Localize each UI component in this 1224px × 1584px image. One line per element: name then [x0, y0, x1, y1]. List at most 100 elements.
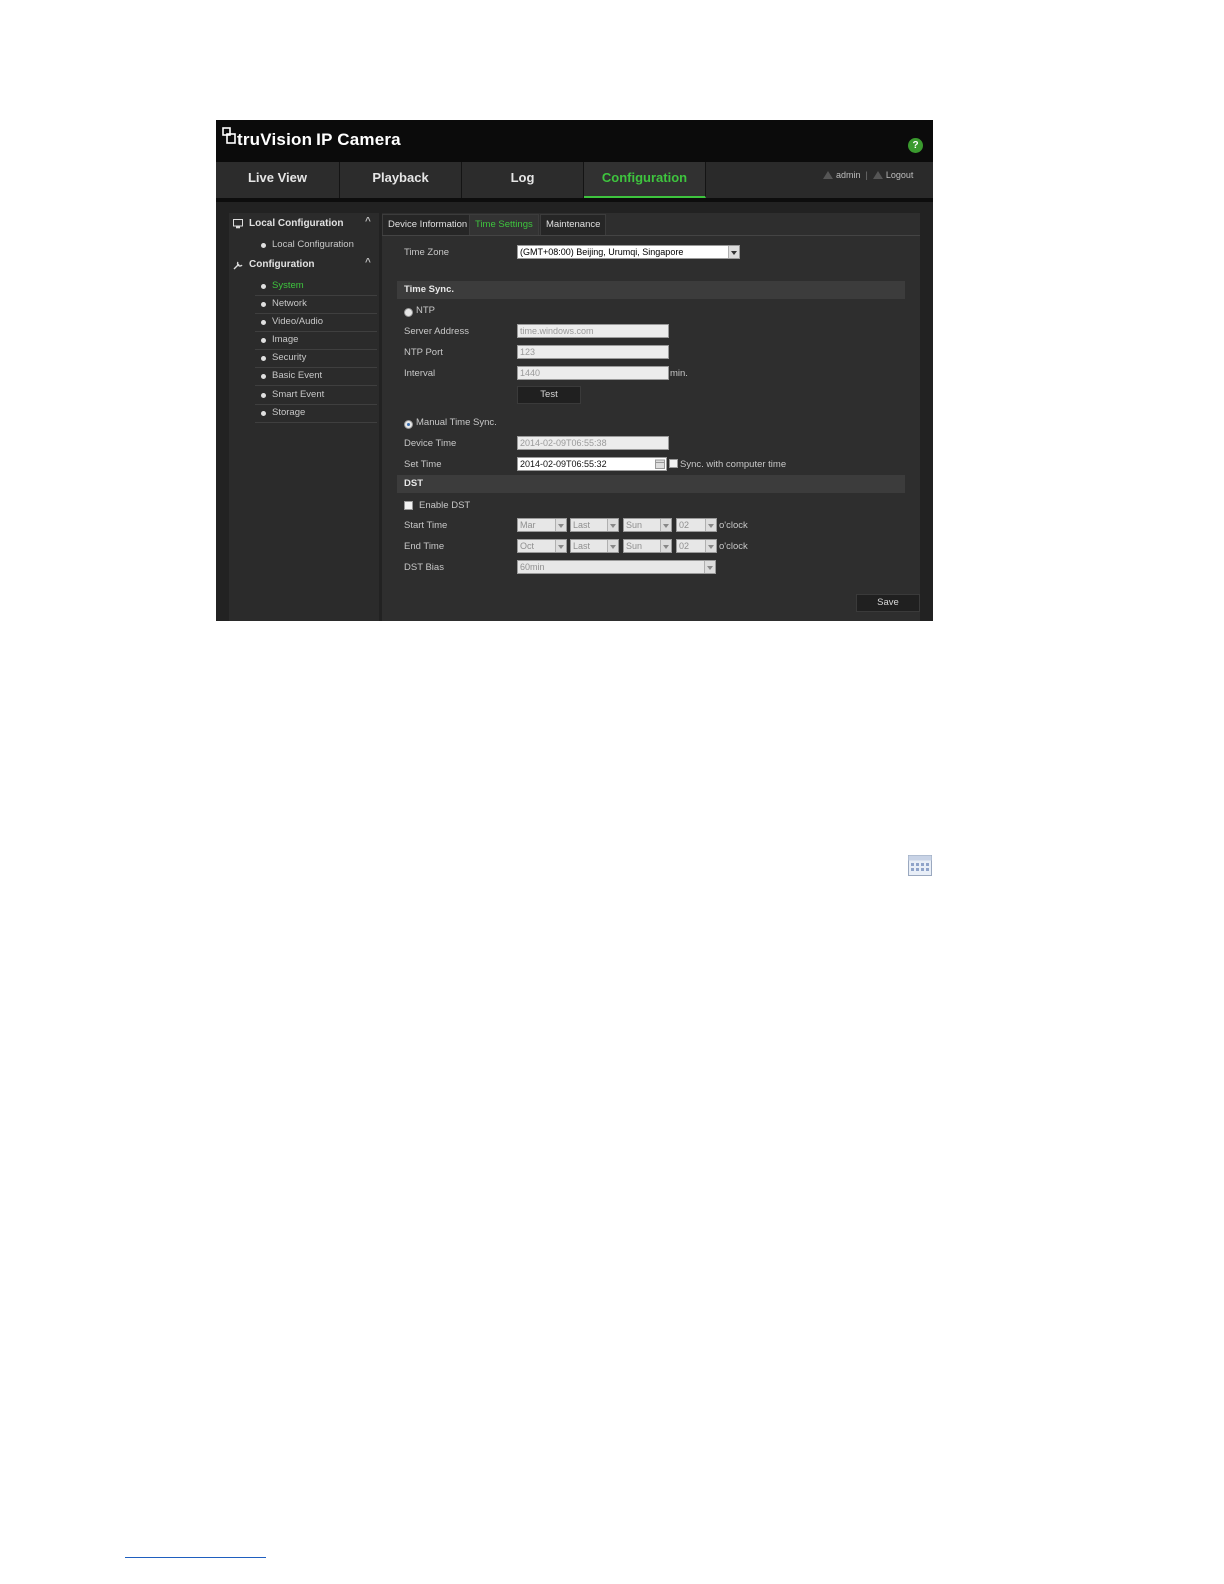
sidebar-item-label: Video/Audio [272, 316, 324, 327]
sidebar-item-network[interactable]: Network [255, 296, 377, 314]
select-value: 02 [679, 541, 690, 551]
select-value: 02 [679, 520, 690, 530]
collapse-chevron-icon[interactable]: ^ [365, 216, 371, 227]
calendar-icon[interactable] [655, 459, 665, 469]
interval-input[interactable]: 1440 [517, 366, 669, 380]
sidebar-header-local[interactable]: Local Configuration ^ [229, 216, 379, 234]
end-month-select[interactable]: Oct [517, 539, 567, 553]
sync-computer-label: Sync. with computer time [680, 459, 787, 470]
sidebar-item-label: Basic Event [272, 370, 323, 381]
select-value: Sun [626, 520, 643, 530]
help-icon[interactable]: ? [908, 138, 923, 153]
time-zone-select[interactable]: (GMT+08:00) Beijing, Urumqi, Singapore [517, 245, 740, 259]
section-dst: DST [397, 475, 905, 493]
main-body: Local Configuration ^ Local Configuratio… [216, 202, 933, 621]
enable-dst-label: Enable DST [419, 500, 471, 511]
enable-dst-checkbox[interactable] [404, 501, 413, 510]
manual-sync-label: Manual Time Sync. [416, 417, 497, 428]
collapse-chevron-icon[interactable]: ^ [365, 257, 371, 268]
save-button[interactable]: Save [856, 594, 920, 612]
chevron-down-icon [555, 540, 566, 552]
wrench-icon [233, 261, 243, 270]
sidebar-item-security[interactable]: Security [255, 350, 377, 368]
main-nav: Live View Playback Log Configuration [216, 162, 933, 202]
sidebar-item-basic-event[interactable]: Basic Event [255, 368, 377, 386]
dst-bias-label: DST Bias [404, 562, 444, 573]
logout-link[interactable]: Logout [886, 170, 914, 180]
sidebar-header-label: Local Configuration [249, 218, 344, 229]
sidebar-item-image[interactable]: Image [255, 332, 377, 350]
sidebar-item-label: Security [272, 352, 307, 363]
tab-device-information[interactable]: Device Information [382, 214, 474, 236]
sidebar-item-label: Network [272, 298, 307, 309]
sidebar-header-label: Configuration [249, 259, 315, 270]
tab-maintenance[interactable]: Maintenance [540, 214, 607, 236]
content-panel: Device Information Time Settings Mainten… [382, 213, 920, 621]
tab-time-settings[interactable]: Time Settings [469, 214, 539, 236]
start-time-label: Start Time [404, 520, 448, 531]
ntp-radio[interactable] [404, 308, 413, 317]
chevron-down-icon [660, 540, 671, 552]
monitor-icon [233, 219, 243, 229]
device-time-input: 2014-02-09T06:55:38 [517, 436, 669, 450]
brand-name: truVision [237, 130, 313, 149]
dst-bias-select[interactable]: 60min [517, 560, 716, 574]
bullet-icon [261, 338, 266, 343]
set-time-input[interactable]: 2014-02-09T06:55:32 [517, 457, 667, 471]
ntp-port-label: NTP Port [404, 347, 443, 358]
username: admin [836, 170, 861, 180]
chevron-down-icon [607, 519, 618, 531]
time-zone-value: (GMT+08:00) Beijing, Urumqi, Singapore [520, 247, 684, 257]
select-value: Last [573, 541, 591, 551]
end-hour-select[interactable]: 02 [676, 539, 717, 553]
select-value: Sun [626, 541, 643, 551]
nav-tab-playback[interactable]: Playback [340, 162, 462, 198]
chevron-down-icon [660, 519, 671, 531]
user-separator: | [865, 170, 868, 180]
server-address-label: Server Address [404, 326, 469, 337]
section-title: DST [404, 478, 423, 489]
chevron-down-icon [607, 540, 618, 552]
sidebar-item-storage[interactable]: Storage [255, 405, 377, 423]
sidebar-item-local-configuration[interactable]: Local Configuration [255, 237, 377, 254]
sidebar-item-video-audio[interactable]: Video/Audio [255, 314, 377, 332]
sidebar-item-smart-event[interactable]: Smart Event [255, 387, 377, 405]
user-area: admin | Logout [823, 170, 913, 180]
test-button[interactable]: Test [517, 386, 581, 404]
truvision-logo-icon [222, 127, 236, 144]
sidebar-item-system[interactable]: System [255, 278, 377, 296]
end-day-select[interactable]: Sun [623, 539, 672, 553]
product-name: IP Camera [316, 130, 401, 149]
logout-icon [872, 171, 883, 179]
select-value: Mar [520, 520, 536, 530]
start-week-select[interactable]: Last [570, 518, 619, 532]
nav-tab-configuration[interactable]: Configuration [584, 162, 706, 198]
section-title: Time Sync. [404, 284, 454, 295]
time-zone-label: Time Zone [404, 247, 450, 258]
end-week-select[interactable]: Last [570, 539, 619, 553]
nav-tab-live-view[interactable]: Live View [216, 162, 340, 198]
set-time-label: Set Time [404, 459, 442, 470]
manual-sync-radio[interactable] [404, 420, 413, 429]
sync-computer-checkbox[interactable] [669, 459, 678, 468]
chevron-down-icon [705, 519, 716, 531]
interval-label: Interval [404, 368, 436, 379]
server-address-input[interactable]: time.windows.com [517, 324, 669, 338]
sidebar-item-label: Local Configuration [272, 239, 354, 250]
sidebar-header-configuration[interactable]: Configuration ^ [229, 257, 379, 275]
bullet-icon [261, 356, 266, 361]
start-day-select[interactable]: Sun [623, 518, 672, 532]
device-time-label: Device Time [404, 438, 457, 449]
bullet-icon [261, 393, 266, 398]
bullet-icon [261, 374, 266, 379]
chevron-down-icon [704, 561, 715, 573]
bullet-icon [261, 302, 266, 307]
start-hour-select[interactable]: 02 [676, 518, 717, 532]
nav-tab-log[interactable]: Log [462, 162, 584, 198]
ntp-port-input[interactable]: 123 [517, 345, 669, 359]
chevron-down-icon [728, 246, 739, 258]
brand-title: truVision IP Camera [237, 130, 401, 150]
end-oclock-label: o'clock [719, 541, 748, 552]
start-month-select[interactable]: Mar [517, 518, 567, 532]
bullet-icon [261, 243, 266, 248]
